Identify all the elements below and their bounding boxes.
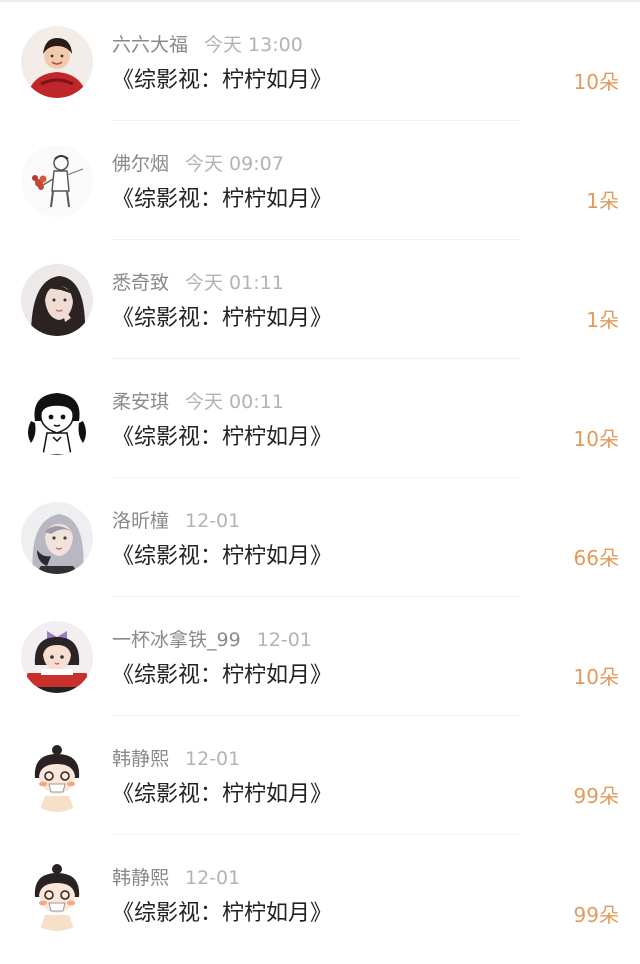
gift-count: 66朵 (573, 546, 619, 570)
gift-count: 1朵 (586, 308, 619, 332)
timestamp: 今天 13:00 (204, 34, 303, 56)
item-meta: 悉奇致 今天 01:11 (112, 270, 284, 296)
book-title[interactable]: 《综影视：柠柠如月》 (112, 778, 332, 812)
gift-count: 10朵 (573, 427, 619, 451)
timestamp: 今天 01:11 (185, 272, 284, 294)
avatar-silver-hair-girl-icon[interactable] (21, 502, 93, 574)
book-title[interactable]: 《综影视：柠柠如月》 (112, 64, 332, 98)
user-name[interactable]: 柔安琪 (112, 391, 169, 413)
avatar-pigtail-cartoon-icon[interactable] (21, 383, 93, 455)
user-name[interactable]: 一杯冰拿铁_99 (112, 629, 241, 651)
list-item[interactable]: 韩静熙 12-01 《综影视：柠柠如月》 99朵 (0, 716, 640, 835)
item-meta: 韩静熙 12-01 (112, 746, 240, 772)
avatar-bun-girl-mask-icon[interactable] (21, 740, 93, 812)
list-item[interactable]: 韩静熙 12-01 《综影视：柠柠如月》 99朵 (0, 835, 640, 954)
gift-count: 10朵 (573, 665, 619, 689)
user-name[interactable]: 六六大福 (112, 34, 188, 56)
item-meta: 韩静熙 12-01 (112, 865, 240, 891)
item-meta: 佛尔烟 今天 09:07 (112, 151, 284, 177)
item-meta: 一杯冰拿铁_99 12-01 (112, 627, 312, 653)
avatar-bun-girl-mask-icon[interactable] (21, 859, 93, 931)
book-title[interactable]: 《综影视：柠柠如月》 (112, 302, 332, 336)
book-title[interactable]: 《综影视：柠柠如月》 (112, 183, 332, 217)
gift-count: 1朵 (586, 189, 619, 213)
list-item[interactable]: 六六大福 今天 13:00 《综影视：柠柠如月》 10朵 (0, 2, 640, 121)
book-title[interactable]: 《综影视：柠柠如月》 (112, 897, 332, 931)
user-name[interactable]: 韩静熙 (112, 867, 169, 889)
user-name[interactable]: 韩静熙 (112, 748, 169, 770)
book-title[interactable]: 《综影视：柠柠如月》 (112, 659, 332, 693)
list-item[interactable]: 佛尔烟 今天 09:07 《综影视：柠柠如月》 1朵 (0, 121, 640, 240)
timestamp: 12-01 (185, 510, 241, 532)
timestamp: 今天 00:11 (185, 391, 284, 413)
item-meta: 洛昕橦 12-01 (112, 508, 240, 534)
user-name[interactable]: 洛昕橦 (112, 510, 169, 532)
timestamp: 12-01 (185, 748, 241, 770)
user-name[interactable]: 佛尔烟 (112, 153, 169, 175)
book-title[interactable]: 《综影视：柠柠如月》 (112, 540, 332, 574)
list-item[interactable]: 一杯冰拿铁_99 12-01 《综影视：柠柠如月》 10朵 (0, 597, 640, 716)
list-item[interactable]: 洛昕橦 12-01 《综影视：柠柠如月》 66朵 (0, 478, 640, 597)
list-item[interactable]: 柔安琪 今天 00:11 《综影视：柠柠如月》 10朵 (0, 359, 640, 478)
timestamp: 12-01 (256, 629, 312, 651)
avatar-dark-hair-girl-icon[interactable] (21, 264, 93, 336)
avatar-bow-girl-cartoon-icon[interactable] (21, 621, 93, 693)
user-name[interactable]: 悉奇致 (112, 272, 169, 294)
avatar-red-dress-icon[interactable] (21, 26, 93, 98)
gift-count: 99朵 (573, 903, 619, 927)
timestamp: 今天 09:07 (185, 153, 284, 175)
book-title[interactable]: 《综影视：柠柠如月》 (112, 421, 332, 455)
gift-count: 99朵 (573, 784, 619, 808)
gift-count: 10朵 (573, 70, 619, 94)
list-item[interactable]: 悉奇致 今天 01:11 《综影视：柠柠如月》 1朵 (0, 240, 640, 359)
item-meta: 六六大福 今天 13:00 (112, 32, 303, 58)
item-meta: 柔安琪 今天 00:11 (112, 389, 284, 415)
timestamp: 12-01 (185, 867, 241, 889)
avatar-sketch-boy-flowers-icon[interactable] (21, 145, 93, 217)
